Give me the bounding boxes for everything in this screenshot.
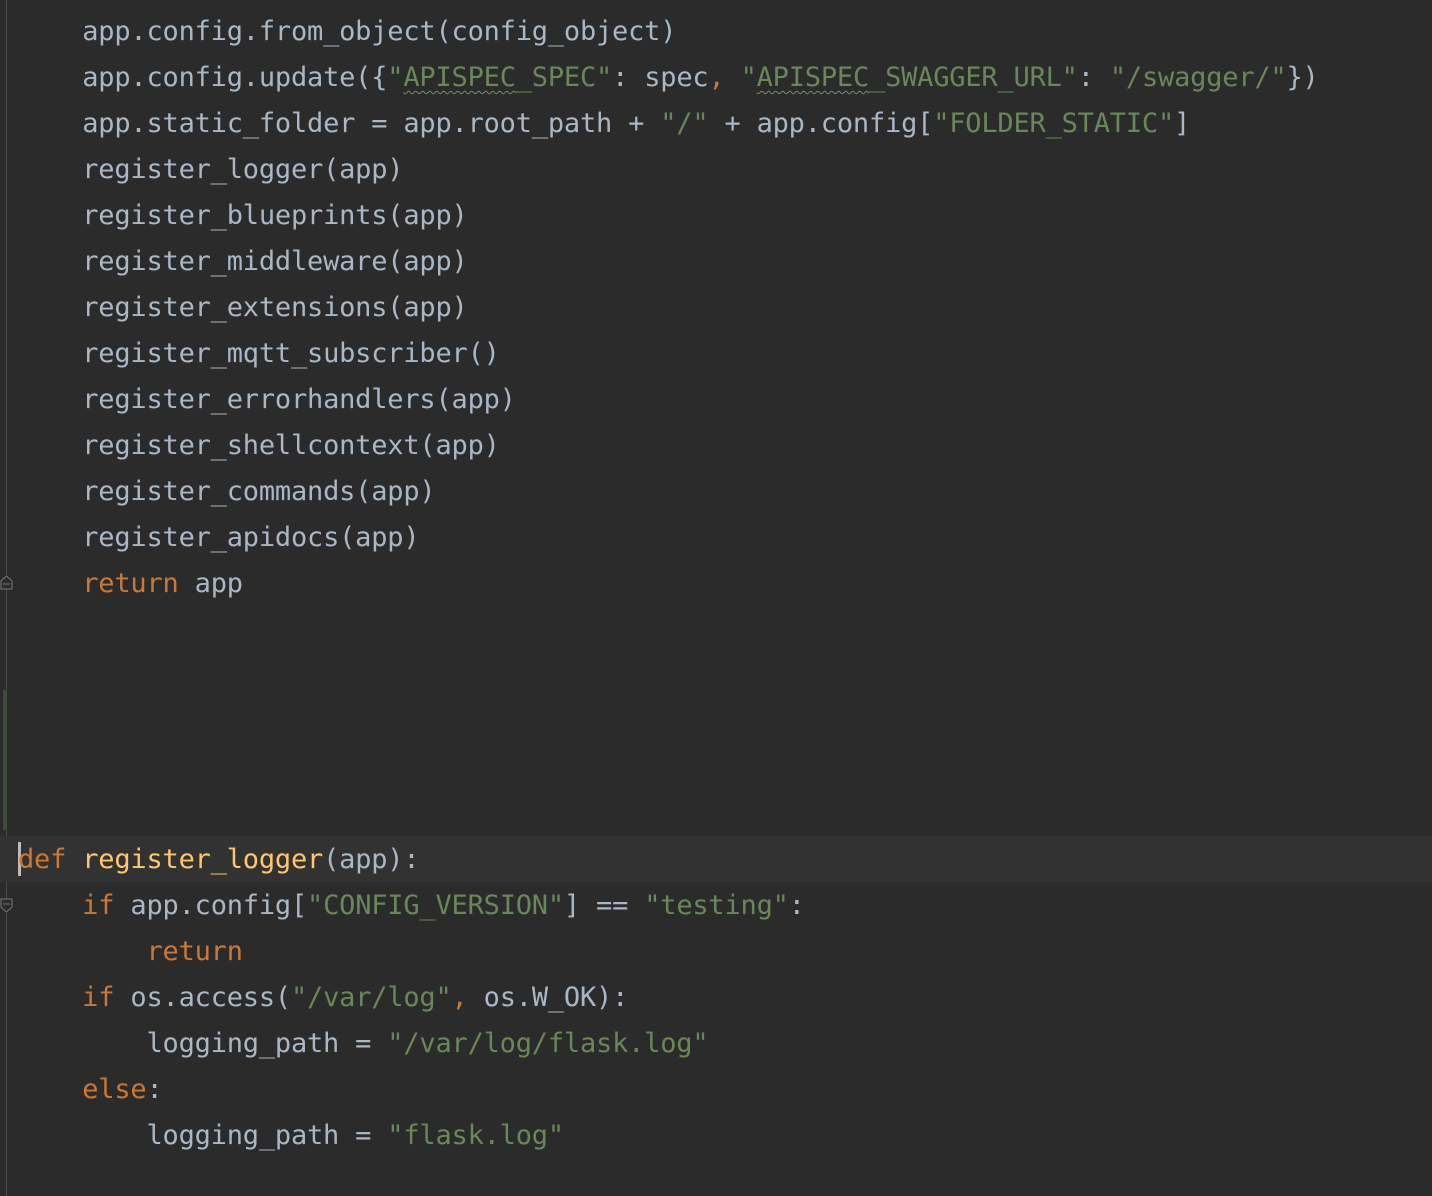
- code-line[interactable]: if app.config["CONFIG_VERSION"] == "test…: [18, 883, 805, 929]
- code-token: register_shellcontext(app): [82, 430, 500, 461]
- code-line[interactable]: register_errorhandlers(app): [18, 377, 516, 423]
- code-token: "/": [660, 108, 709, 139]
- code-token: register_commands(app): [82, 476, 436, 507]
- code-token: os.W_OK):: [483, 982, 629, 1013]
- code-token: :: [1077, 62, 1110, 93]
- fold-end-icon[interactable]: [0, 574, 13, 590]
- code-token: "FOLDER_STATIC": [933, 108, 1175, 139]
- code-token: "/var/log": [290, 982, 452, 1013]
- code-line[interactable]: app.config.from_object(config_object): [18, 9, 676, 55]
- code-line[interactable]: register_blueprints(app): [18, 193, 468, 239]
- code-line[interactable]: return: [18, 929, 243, 975]
- code-token: ": [740, 62, 757, 93]
- code-token: app.static_folder = app.root_path +: [82, 108, 661, 139]
- code-token: register_errorhandlers(app): [82, 384, 516, 415]
- code-line[interactable]: register_logger(app): [18, 147, 403, 193]
- code-line[interactable]: register_mqtt_subscriber(): [18, 331, 500, 377]
- code-token: _SWAGGER_URL": [869, 62, 1078, 93]
- code-token: :: [788, 890, 805, 921]
- code-token: register_logger: [82, 844, 324, 875]
- code-token: (app):: [323, 844, 420, 875]
- code-line[interactable]: register_middleware(app): [18, 239, 468, 285]
- code-line[interactable]: return app: [18, 561, 243, 607]
- code-line[interactable]: register_commands(app): [18, 469, 435, 515]
- code-token: logging_path =: [146, 1028, 388, 1059]
- code-line[interactable]: app.static_folder = app.root_path + "/" …: [18, 101, 1190, 147]
- code-token: APISPEC: [403, 62, 516, 93]
- code-token: register_mqtt_subscriber(): [82, 338, 500, 369]
- code-token: _SPEC": [515, 62, 613, 93]
- code-line[interactable]: if os.access("/var/log", os.W_OK):: [18, 975, 628, 1021]
- code-token: ,: [451, 982, 484, 1013]
- code-token: "CONFIG_VERSION": [307, 890, 564, 921]
- code-token: }): [1286, 62, 1319, 93]
- code-token: "/swagger/": [1109, 62, 1287, 93]
- code-token: return: [146, 936, 243, 967]
- gutter-divider: [6, 0, 7, 1196]
- code-token: + app.config[: [708, 108, 934, 139]
- code-token: app.config.update({: [82, 62, 388, 93]
- code-token: register_extensions(app): [82, 292, 468, 323]
- code-token: ,: [708, 62, 741, 93]
- code-token: if: [82, 982, 115, 1013]
- code-editor[interactable]: app.config.from_object(config_object) ap…: [0, 0, 1432, 1196]
- code-token: "/var/log/flask.log": [387, 1028, 709, 1059]
- code-token: APISPEC: [756, 62, 870, 93]
- code-line[interactable]: def register_logger(app):: [18, 837, 420, 883]
- code-token: app.config[: [114, 890, 308, 921]
- code-token: else: [82, 1074, 147, 1105]
- code-line[interactable]: else:: [18, 1067, 163, 1113]
- code-token: register_blueprints(app): [82, 200, 468, 231]
- code-line[interactable]: app.config.update({"APISPEC_SPEC": spec,…: [18, 55, 1319, 101]
- code-token: register_middleware(app): [82, 246, 468, 277]
- code-token: :: [146, 1074, 163, 1105]
- fold-start-icon[interactable]: [0, 898, 13, 914]
- code-token: "flask.log": [387, 1120, 564, 1151]
- code-token: os.access(: [114, 982, 291, 1013]
- code-token: "testing": [644, 890, 789, 921]
- change-marker: [3, 690, 7, 830]
- code-token: register_apidocs(app): [82, 522, 420, 553]
- code-token: app: [178, 568, 243, 599]
- code-line[interactable]: register_apidocs(app): [18, 515, 419, 561]
- code-line[interactable]: register_extensions(app): [18, 285, 468, 331]
- code-line[interactable]: register_shellcontext(app): [18, 423, 500, 469]
- code-line[interactable]: logging_path = "/var/log/flask.log": [18, 1021, 708, 1067]
- code-token: logging_path =: [146, 1120, 388, 1151]
- code-token: app.config.from_object(config_object): [82, 16, 677, 47]
- code-token: return: [82, 568, 179, 599]
- code-token: ]: [1174, 108, 1191, 139]
- code-token: : spec: [612, 62, 709, 93]
- code-token: ] ==: [563, 890, 645, 921]
- code-token: ": [387, 62, 404, 93]
- code-token: if: [82, 890, 115, 921]
- code-token: def: [18, 844, 67, 875]
- code-token: register_logger(app): [82, 154, 404, 185]
- code-line[interactable]: logging_path = "flask.log": [18, 1113, 564, 1159]
